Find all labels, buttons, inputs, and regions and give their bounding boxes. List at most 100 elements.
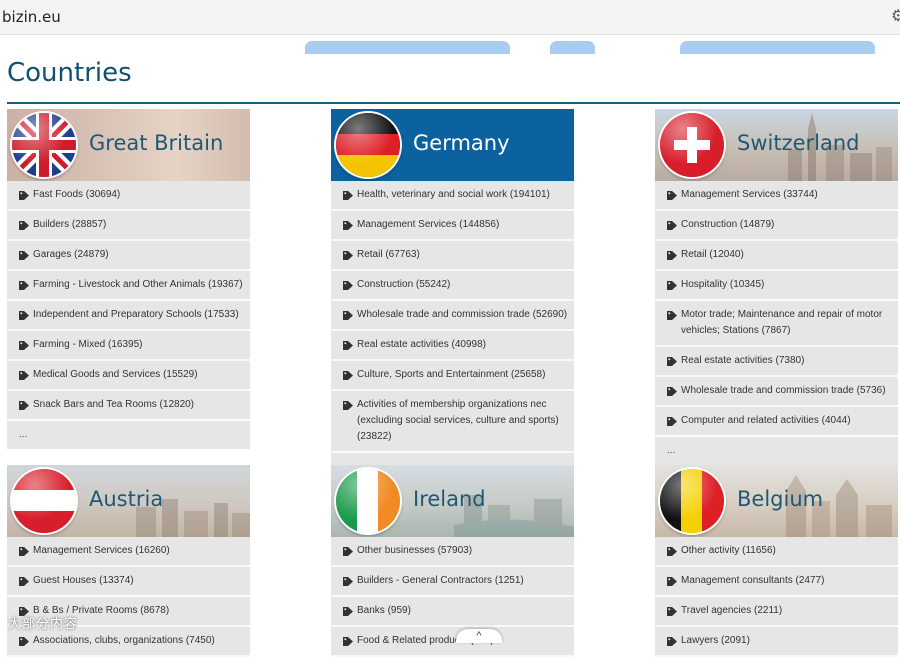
germany-flag-icon — [336, 113, 400, 177]
uk-flag-icon — [12, 113, 76, 177]
category-label[interactable]: Builders (28857) — [33, 219, 106, 230]
category-label[interactable]: Computer and related activities (4044) — [681, 415, 851, 426]
category-item[interactable]: Real estate activities (40998) — [331, 331, 574, 361]
category-item[interactable]: Builders (28857) — [7, 211, 250, 241]
category-item[interactable]: Food & Related products (621) — [331, 627, 574, 657]
category-item[interactable]: Motor trade; Maintenance and repair of m… — [655, 301, 898, 347]
url-text[interactable]: bizin.eu — [2, 8, 61, 26]
country-name[interactable]: Ireland — [413, 487, 486, 511]
country-banner[interactable]: Austria — [7, 465, 250, 537]
tag-icon — [19, 577, 29, 586]
category-item[interactable]: Management Services (33744) — [655, 181, 898, 211]
category-item[interactable]: Guest Houses (13374) — [7, 567, 250, 597]
category-item[interactable]: Garages (24879) — [7, 241, 250, 271]
country-name[interactable]: Austria — [89, 487, 163, 511]
country-banner[interactable]: Great Britain — [7, 109, 250, 181]
more-link[interactable]: ... — [7, 421, 250, 449]
category-item[interactable]: Culture, Sports and Entertainment (25658… — [331, 361, 574, 391]
category-item[interactable]: Medical Goods and Services (15529) — [7, 361, 250, 391]
category-item[interactable]: Hospitality (10345) — [655, 271, 898, 301]
category-item[interactable]: Builders - General Contractors (1251) — [331, 567, 574, 597]
tag-icon — [667, 637, 677, 646]
gear-icon[interactable]: ⚙ — [891, 6, 900, 26]
more-link[interactable]: ... — [655, 437, 898, 465]
category-item[interactable]: Management Services (16260) — [7, 537, 250, 567]
category-label[interactable]: Activities of membership organizations n… — [357, 399, 559, 442]
category-item[interactable]: Independent and Preparatory Schools (175… — [7, 301, 250, 331]
category-label[interactable]: Snack Bars and Tea Rooms (12820) — [33, 399, 194, 410]
country-name[interactable]: Great Britain — [89, 131, 223, 155]
country-banner[interactable]: Ireland — [331, 465, 574, 537]
category-label[interactable]: Culture, Sports and Entertainment (25658… — [357, 369, 545, 380]
category-label[interactable]: Other activity (11656) — [681, 545, 776, 556]
category-label[interactable]: Real estate activities (40998) — [357, 339, 486, 350]
category-label[interactable]: Hospitality (10345) — [681, 279, 764, 290]
tag-icon — [667, 191, 677, 200]
category-item[interactable]: Health, veterinary and social work (1941… — [331, 181, 574, 211]
category-item[interactable]: Computer and related activities (4044) — [655, 407, 898, 437]
category-label[interactable]: Management Services (16260) — [33, 545, 170, 556]
category-item[interactable]: Retail (67763) — [331, 241, 574, 271]
category-label[interactable]: Medical Goods and Services (15529) — [33, 369, 198, 380]
category-item[interactable]: Other activity (11656) — [655, 537, 898, 567]
category-label[interactable]: Wholesale trade and commission trade (52… — [357, 309, 567, 320]
browser-url-bar[interactable]: bizin.eu ⚙ — [0, 0, 900, 35]
category-item[interactable]: Snack Bars and Tea Rooms (12820) — [7, 391, 250, 421]
category-label[interactable]: Management Services (33744) — [681, 189, 818, 200]
category-item[interactable]: Farming - Mixed (16395) — [7, 331, 250, 361]
category-label[interactable]: Farming - Livestock and Other Animals (1… — [33, 279, 243, 290]
country-banner[interactable]: Switzerland — [655, 109, 898, 181]
category-label[interactable]: Independent and Preparatory Schools (175… — [33, 309, 239, 320]
category-item[interactable]: Banks (959) — [331, 597, 574, 627]
category-item[interactable]: Retail (12040) — [655, 241, 898, 271]
tag-icon — [19, 341, 29, 350]
category-label[interactable]: Travel agencies (2211) — [681, 605, 782, 616]
country-banner[interactable]: Belgium — [655, 465, 898, 537]
category-label[interactable]: Real estate activities (7380) — [681, 355, 804, 366]
tag-icon — [667, 577, 677, 586]
category-item[interactable]: Management consultants (2477) — [655, 567, 898, 597]
category-item[interactable]: Wholesale trade and commission trade (52… — [331, 301, 574, 331]
category-item[interactable]: Management Services (144856) — [331, 211, 574, 241]
category-item[interactable]: Construction (55242) — [331, 271, 574, 301]
category-label[interactable]: Farming - Mixed (16395) — [33, 339, 142, 350]
category-label[interactable]: Fast Foods (30694) — [33, 189, 120, 200]
category-label[interactable]: Retail (67763) — [357, 249, 420, 260]
tag-icon — [343, 577, 353, 586]
tag-icon — [343, 637, 353, 646]
tag-icon — [19, 401, 29, 410]
category-item[interactable]: Activities of membership organizations n… — [331, 391, 574, 453]
country-name[interactable]: Switzerland — [737, 131, 860, 155]
category-item[interactable]: Lawyers (2091) — [655, 627, 898, 657]
category-label[interactable]: Motor trade; Maintenance and repair of m… — [681, 309, 882, 336]
category-label[interactable]: Garages (24879) — [33, 249, 109, 260]
switzerland-flag-icon — [660, 113, 724, 177]
category-label[interactable]: Management Services (144856) — [357, 219, 499, 230]
country-card-great-britain: Great Britain Fast Foods (30694) Builder… — [7, 109, 250, 449]
country-card-belgium: Belgium Other activity (11656) Managemen… — [655, 465, 898, 657]
category-item[interactable]: Fast Foods (30694) — [7, 181, 250, 211]
country-name[interactable]: Belgium — [737, 487, 823, 511]
category-label[interactable]: Construction (14879) — [681, 219, 774, 230]
country-banner[interactable]: Germany — [331, 109, 574, 181]
tag-icon — [343, 371, 353, 380]
category-label[interactable]: Guest Houses (13374) — [33, 575, 134, 586]
category-item[interactable]: Construction (14879) — [655, 211, 898, 241]
category-item[interactable]: Travel agencies (2211) — [655, 597, 898, 627]
category-item[interactable]: Real estate activities (7380) — [655, 347, 898, 377]
category-label[interactable]: Health, veterinary and social work (1941… — [357, 189, 550, 200]
category-item[interactable]: Wholesale trade and commission trade (57… — [655, 377, 898, 407]
country-name[interactable]: Germany — [413, 131, 510, 155]
category-label[interactable]: Other businesses (57903) — [357, 545, 472, 556]
tag-icon — [19, 637, 29, 646]
austria-flag-icon — [12, 469, 76, 533]
category-label[interactable]: Banks (959) — [357, 605, 411, 616]
category-item[interactable]: Other businesses (57903) — [331, 537, 574, 567]
tag-icon — [343, 311, 353, 320]
category-label[interactable]: Retail (12040) — [681, 249, 744, 260]
category-item[interactable]: Farming - Livestock and Other Animals (1… — [7, 271, 250, 301]
category-label[interactable]: Management consultants (2477) — [681, 575, 824, 586]
category-label[interactable]: Construction (55242) — [357, 279, 450, 290]
category-label[interactable]: Wholesale trade and commission trade (57… — [681, 385, 886, 396]
category-label[interactable]: Builders - General Contractors (1251) — [357, 575, 524, 586]
